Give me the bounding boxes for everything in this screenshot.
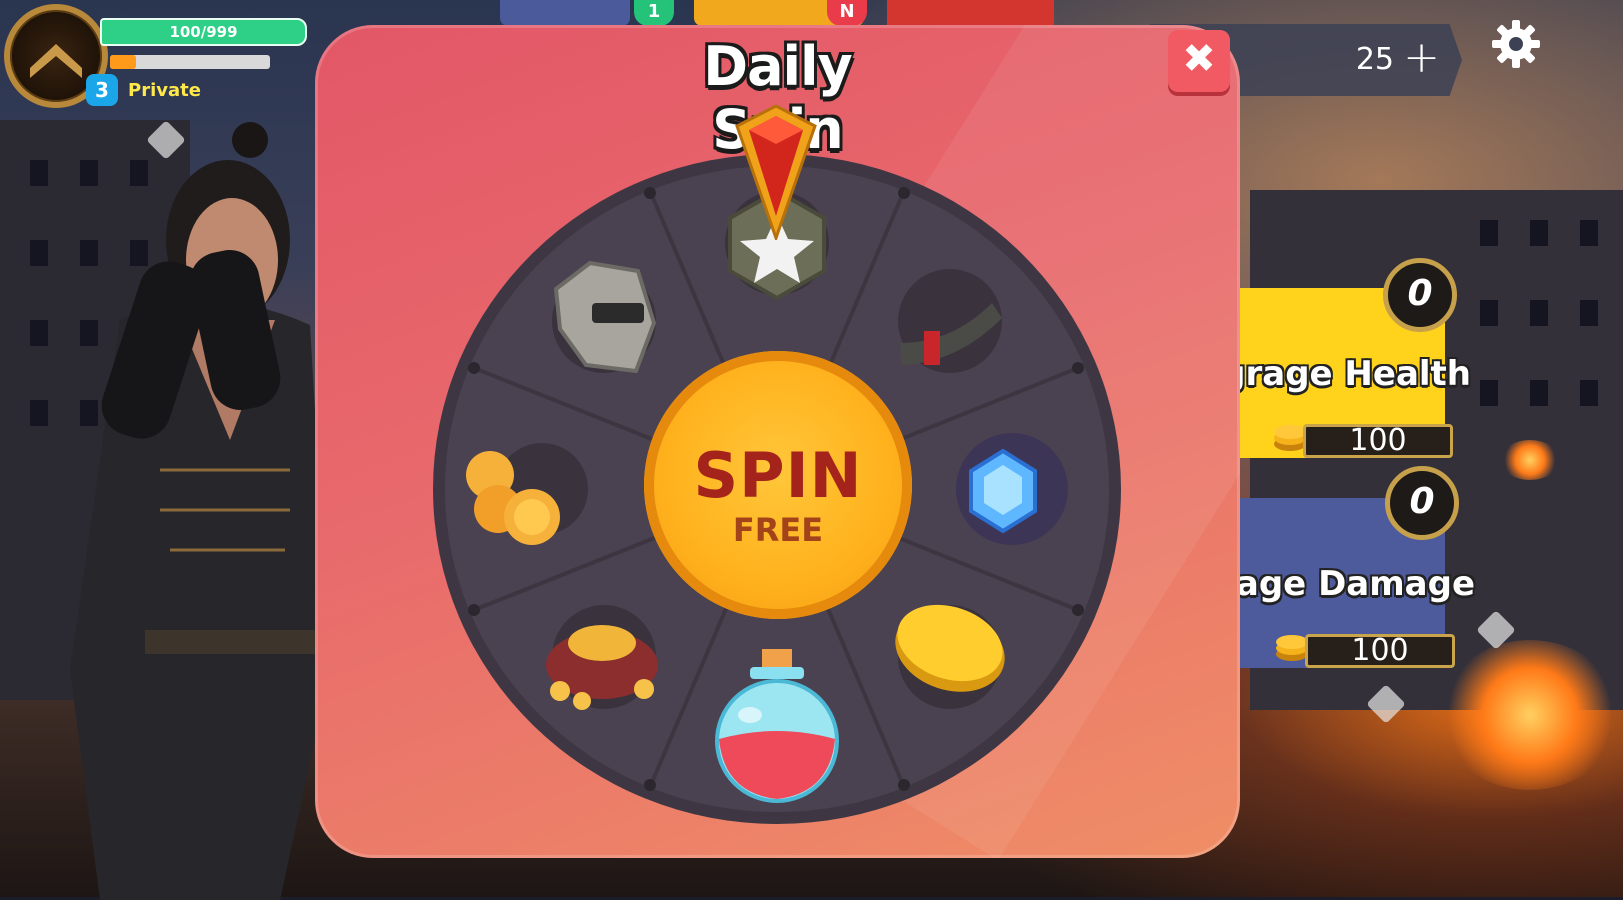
wheel-pointer-icon — [735, 104, 817, 240]
upgrade-damage-cost: 100 — [1305, 634, 1455, 668]
currency-value: 25 — [1355, 42, 1394, 77]
health-text: 100/999 — [169, 23, 238, 41]
health-bar: 100/999 — [100, 18, 307, 46]
coin-stack-icon — [1274, 425, 1306, 451]
notification-count-badge: 1 — [634, 0, 674, 26]
upgrade-health-cost: 100 — [1303, 424, 1453, 458]
helmet-icon — [552, 260, 657, 374]
player-character — [70, 122, 330, 900]
ammo-magazine-icon — [898, 269, 1002, 373]
upgrade-health-card[interactable]: grage Health 0 100 — [1221, 258, 1471, 458]
close-x-icon: ✖ — [1182, 36, 1216, 82]
spin-label: SPIN — [693, 439, 863, 512]
close-button[interactable]: ✖ — [1168, 30, 1230, 92]
add-currency-button[interactable]: + — [1403, 32, 1440, 83]
spin-free-label: FREE — [732, 511, 824, 549]
player-level: 3 — [86, 74, 118, 106]
top-shop-button[interactable] — [500, 0, 630, 26]
top-crate-button[interactable] — [887, 0, 1054, 26]
new-badge: N — [827, 0, 867, 26]
xp-bar — [110, 55, 270, 69]
fire-effect — [1500, 440, 1560, 480]
rank-name: Private — [128, 80, 201, 101]
coin-stack-icon — [1276, 635, 1308, 661]
xp-bar-fill — [110, 55, 136, 69]
spin-button[interactable]: SPIN FREE — [644, 351, 912, 619]
upgrade-damage-card[interactable]: grage Damage 0 100 — [1195, 466, 1475, 668]
chevron-rank-icon — [30, 44, 82, 78]
blue-gem-icon — [956, 433, 1068, 545]
gear-icon[interactable] — [1490, 18, 1542, 70]
fire-effect — [1440, 640, 1620, 790]
upgrade-health-title: grage Health — [1221, 354, 1471, 394]
upgrade-damage-level: 0 — [1385, 466, 1459, 540]
upgrade-health-level: 0 — [1383, 258, 1457, 332]
